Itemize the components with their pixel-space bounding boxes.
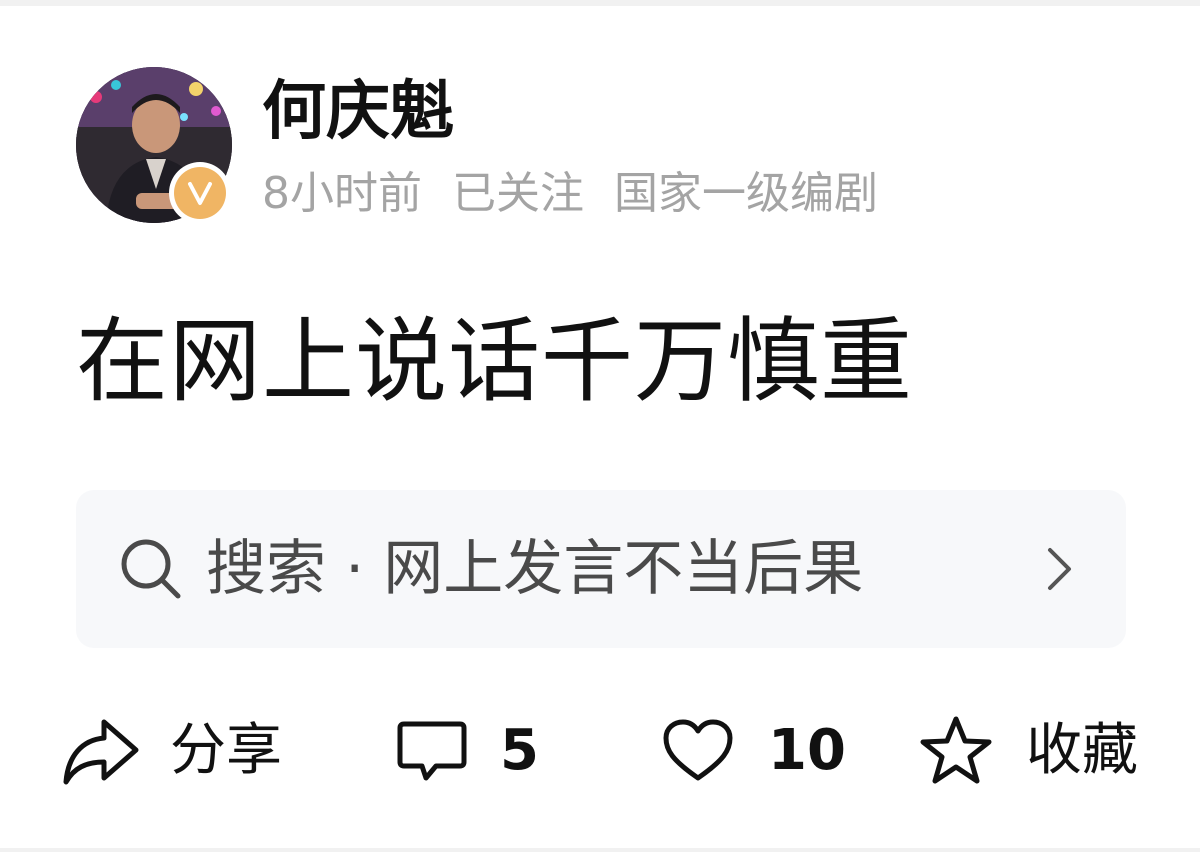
share-label: 分享 [170,718,282,783]
verified-v-icon [188,182,212,205]
chevron-right-icon [1048,548,1071,590]
share-button[interactable]: 分享 [62,706,282,796]
favorite-label: 收藏 [1026,718,1138,783]
like-count: 10 [768,718,846,783]
post-time: 8小时前 [262,168,422,219]
comment-icon [397,721,467,781]
author-name[interactable]: 何庆魁 [262,72,454,152]
search-suggestion-text: 搜索 · 网上发言不当后果 [206,534,864,604]
share-icon [63,719,139,785]
bottom-divider [0,848,1200,852]
follow-status[interactable]: 已关注 [452,164,584,224]
search-icon [121,539,181,599]
search-suggestion[interactable]: 搜索 · 网上发言不当后果 [76,490,1126,648]
heart-icon [663,719,733,781]
comment-button[interactable]: 5 [396,706,539,796]
favorite-button[interactable]: 收藏 [918,706,1138,796]
post-meta: 8小时前 已关注 国家一级编剧 [262,164,878,224]
post-text: 在网上说话千万慎重 [76,308,914,415]
author-title: 国家一级编剧 [614,168,878,219]
star-icon [920,716,992,784]
like-button[interactable]: 10 [662,706,846,796]
verified-badge [169,162,231,224]
comment-count: 5 [500,718,539,783]
top-divider [0,0,1200,6]
